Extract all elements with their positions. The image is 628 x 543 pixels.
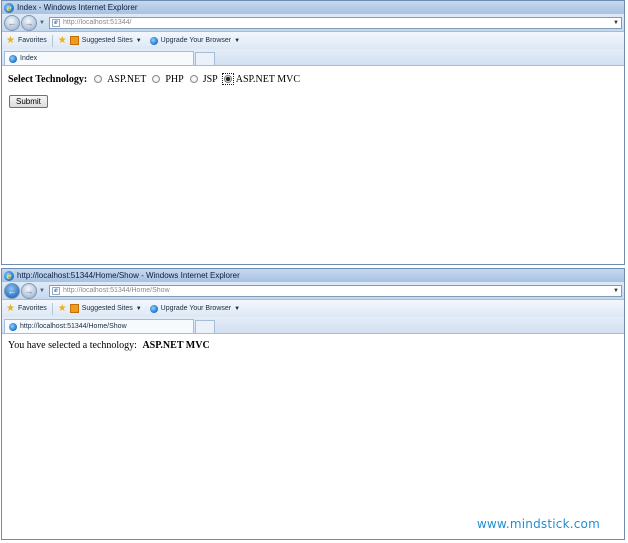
radio-label: ASP.NET MVC [235,73,301,85]
favorites-button[interactable]: Favorites [18,305,47,312]
history-dropdown-icon[interactable]: ▼ [38,20,46,26]
ie-logo-icon: e [4,2,14,13]
watermark: www.mindstick.com [476,517,600,531]
favorites-bar: ★ Favorites ★ Suggested Sites ▼ Upgrade … [2,32,624,49]
radio-button[interactable] [189,75,198,83]
window-title: http://localhost:51344/Home/Show - Windo… [17,271,240,280]
tab-page-icon [9,54,17,63]
result-prefix: You have selected a technology: [8,340,137,351]
new-tab-button[interactable] [195,52,215,65]
address-bar[interactable]: e http://localhost:51344/Home/Show ▼ [49,284,622,297]
separator [51,34,53,47]
ie-small-icon [149,36,158,45]
radio-button-selected[interactable] [223,75,232,83]
radio-button[interactable] [94,75,103,83]
tab-bar: http://localhost:51344/Home/Show [2,317,624,334]
suggested-sites-button[interactable]: Suggested Sites [82,37,133,44]
new-tab-button[interactable] [195,320,215,333]
suggested-sites-icon [69,36,79,45]
forward-icon[interactable]: → [21,14,37,31]
page-icon: e [52,286,60,295]
add-favorite-icon[interactable]: ★ [58,303,67,314]
history-dropdown-icon[interactable]: ▼ [38,288,46,294]
radio-option-aspnet[interactable]: ASP.NET [92,74,146,85]
suggested-sites-button[interactable]: Suggested Sites [82,305,133,312]
address-dropdown-icon[interactable]: ▼ [611,20,621,26]
navigation-bar: ← → ▼ e http://localhost:51344/Home/Show… [2,282,624,300]
technology-form: Select Technology: ASP.NET PHP JSP ASP.N… [8,73,618,85]
browser-window-index: e Index - Windows Internet Explorer ← → … [1,0,625,265]
radio-label: JSP [202,73,218,85]
navigation-bar: ← → ▼ e http://localhost:51344/ ▼ [2,14,624,32]
tab-page-icon [9,322,17,331]
ie-logo-icon: e [4,270,14,281]
select-technology-label: Select Technology: [8,73,88,85]
tab-bar: Index [2,49,624,66]
radio-option-aspnet-mvc[interactable]: ASP.NET MVC [221,73,301,85]
favorites-button[interactable]: Favorites [18,37,47,44]
tab-index[interactable]: Index [4,51,194,65]
focus-ring [221,73,234,85]
title-bar: e http://localhost:51344/Home/Show - Win… [2,269,624,282]
tab-home-show[interactable]: http://localhost:51344/Home/Show [4,319,194,333]
separator [51,302,53,315]
radio-label: PHP [165,73,184,85]
chevron-down-icon[interactable]: ▼ [136,38,142,44]
chevron-down-icon[interactable]: ▼ [234,306,240,312]
suggested-sites-icon [69,304,79,313]
upgrade-browser-button[interactable]: Upgrade Your Browser [161,305,231,312]
address-text: http://localhost:51344/Home/Show [63,287,170,294]
radio-label: ASP.NET [107,73,147,85]
tab-label: Index [20,55,38,62]
star-icon: ★ [6,302,15,314]
radio-button[interactable] [152,75,161,83]
radio-option-php[interactable]: PHP [150,73,184,85]
page-icon: e [52,18,60,27]
radio-option-jsp[interactable]: JSP [188,74,218,85]
chevron-down-icon[interactable]: ▼ [234,38,240,44]
page-content: You have selected a technology: ASP.NET … [2,334,624,357]
result-value: ASP.NET MVC [142,340,210,351]
forward-icon[interactable]: → [21,282,37,299]
address-bar[interactable]: e http://localhost:51344/ ▼ [49,16,622,29]
tab-label: http://localhost:51344/Home/Show [20,323,127,330]
upgrade-browser-button[interactable]: Upgrade Your Browser [161,37,231,44]
back-icon[interactable]: ← [4,282,20,299]
browser-window-show: e http://localhost:51344/Home/Show - Win… [1,268,625,540]
star-icon: ★ [6,34,15,46]
submit-button[interactable]: Submit [9,95,48,108]
address-dropdown-icon[interactable]: ▼ [611,288,621,294]
title-bar: e Index - Windows Internet Explorer [2,1,624,14]
back-icon[interactable]: ← [4,14,20,31]
result-message: You have selected a technology: ASP.NET … [8,340,618,351]
window-title: Index - Windows Internet Explorer [17,3,138,12]
favorites-bar: ★ Favorites ★ Suggested Sites ▼ Upgrade … [2,300,624,317]
chevron-down-icon[interactable]: ▼ [136,306,142,312]
ie-small-icon [149,304,158,313]
page-content: Select Technology: ASP.NET PHP JSP ASP.N… [2,66,624,114]
address-text: http://localhost:51344/ [63,19,132,26]
add-favorite-icon[interactable]: ★ [58,35,67,46]
